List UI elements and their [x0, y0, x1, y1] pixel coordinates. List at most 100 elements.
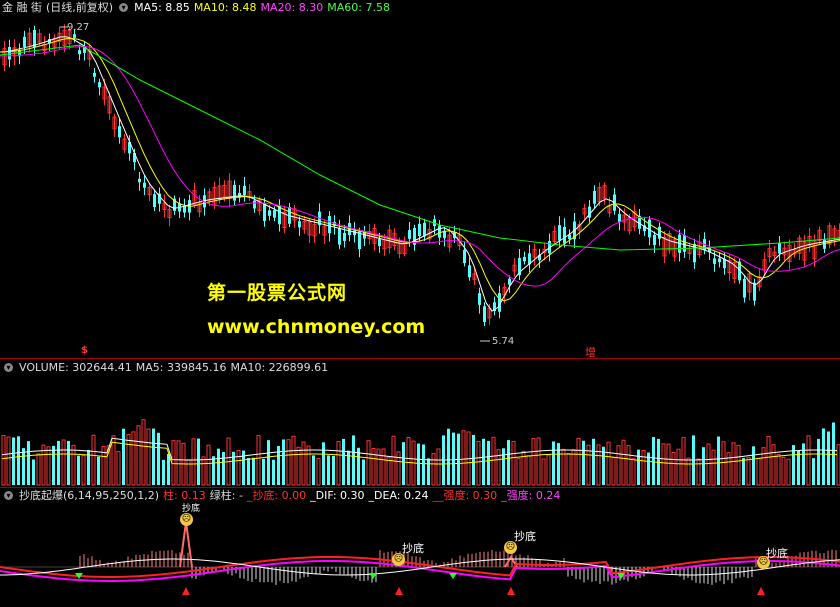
- candle-down: [468, 265, 471, 278]
- volume-bar-up: [611, 457, 616, 486]
- volume-bar-down: [637, 449, 640, 485]
- signal-chaodi-3: 抄底: [514, 530, 536, 543]
- volume-bar-up: [111, 435, 116, 486]
- volume-bar-down: [472, 434, 475, 485]
- volume-bar-up: [376, 448, 381, 486]
- candle-down: [508, 278, 511, 285]
- volume-bar-up: [746, 457, 751, 486]
- volume-bar-down: [417, 443, 420, 485]
- volume-bar-down: [507, 440, 510, 485]
- candle-down: [298, 221, 301, 228]
- volume-bar-up: [711, 449, 716, 486]
- candle-down: [23, 36, 26, 47]
- candle-down: [478, 293, 481, 305]
- volume-bar-down: [222, 451, 225, 485]
- volume-bar-down: [352, 435, 355, 485]
- volume-bar-up: [786, 458, 791, 486]
- volume-bar-up: [561, 448, 566, 486]
- candle-down: [98, 82, 101, 88]
- candle-down: [648, 219, 651, 238]
- volume-bar-down: [32, 459, 35, 485]
- settings-toggle-icon[interactable]: ▾: [119, 2, 129, 12]
- indicator-pane[interactable]: ▾ 抄底起爆(6,14,95,250,1,2) 柱: 0.13 绿柱: - _抄…: [0, 487, 840, 607]
- candle-down: [778, 242, 781, 254]
- price-chart-pane[interactable]: 金 融 街 (日线,前复权) ▾ MA5: 8.85 MA10: 8.48 MA…: [0, 0, 840, 359]
- candle-down: [713, 258, 716, 264]
- qiangdu-magenta-value: _强度: 0.24: [501, 489, 561, 502]
- indicator-settings-icon[interactable]: ▾: [4, 490, 13, 500]
- volume-pane[interactable]: ▾ VOLUME: 302644.41 MA5: 339845.16 MA10:…: [0, 360, 840, 487]
- candle-down: [343, 232, 346, 241]
- candle-down: [143, 182, 146, 188]
- volume-bar-down: [27, 441, 30, 485]
- volume-bar-down: [832, 422, 835, 485]
- volume-bar-down: [22, 448, 25, 485]
- volume-bar-down: [742, 458, 745, 485]
- volume-bar-up: [91, 434, 96, 486]
- candle-down: [718, 258, 721, 263]
- price-chart[interactable]: [0, 0, 840, 357]
- signal-chaodi-1: 抄底: [182, 504, 201, 514]
- volume-bar-up: [571, 449, 576, 486]
- volume-bar-up: [686, 457, 691, 486]
- candle-down: [683, 234, 686, 252]
- volume-bar-up: [606, 441, 611, 486]
- ma20-line: [0, 45, 840, 287]
- volume-bar-down: [827, 431, 830, 485]
- volume-bar-up: [316, 458, 321, 486]
- candle-down: [268, 210, 271, 216]
- volume-bar-up: [736, 444, 741, 486]
- dea-value: _DEA: 0.24: [368, 488, 429, 502]
- candle-down: [378, 239, 381, 247]
- volume-bar-up: [436, 448, 441, 486]
- volume-bar-up: [661, 443, 666, 486]
- volume-bar-up: [491, 436, 496, 486]
- volume-bar-up: [126, 434, 131, 486]
- candle-down: [73, 34, 76, 38]
- volume-bar-up: [576, 437, 581, 486]
- volume-bar-up: [526, 455, 531, 486]
- lvzhu-value: 绿柱: -: [209, 489, 243, 502]
- volume-bar-down: [502, 448, 505, 485]
- volume-bar-down: [342, 438, 345, 485]
- volume-bar-down: [17, 436, 20, 485]
- candle-down: [423, 222, 426, 237]
- volume-bar-up: [631, 458, 636, 486]
- volume-bar-up: [371, 447, 376, 486]
- volume-bar-down: [332, 455, 335, 485]
- watermark-title: 第一股票公式网: [207, 282, 348, 304]
- volume-bar-up: [511, 440, 516, 486]
- volume-bar-up: [566, 452, 571, 486]
- volume-bar-up: [176, 440, 181, 486]
- volume-bar-down: [157, 432, 160, 485]
- volume-bar-down: [797, 450, 800, 485]
- volume-bar-up: [671, 452, 676, 486]
- candle-down: [78, 50, 81, 55]
- candle-down: [183, 206, 186, 213]
- candle-down: [483, 306, 486, 322]
- volume-bar-down: [402, 442, 405, 485]
- watermark-url: www.chnmoney.com: [207, 316, 426, 338]
- candle-down: [593, 190, 596, 204]
- volume-bar-up: [201, 456, 206, 486]
- volume-bar-up: [596, 444, 601, 486]
- volume-settings-icon[interactable]: ▾: [4, 362, 13, 372]
- volume-bar-down: [262, 458, 265, 485]
- volume-bar-up: [706, 443, 711, 486]
- volume-bar-up: [141, 419, 146, 486]
- volume-bar-up: [131, 431, 136, 486]
- candle-down: [523, 257, 526, 262]
- indicator-header: ▾ 抄底起爆(6,14,95,250,1,2) 柱: 0.13 绿柱: - _抄…: [0, 488, 560, 502]
- volume-ma10: MA10: 226899.61: [230, 360, 329, 374]
- volume-bar-up: [136, 425, 141, 486]
- volume-bar-up: [461, 430, 466, 486]
- volume-bar-down: [282, 439, 285, 485]
- candle-down: [278, 205, 281, 225]
- volume-chart[interactable]: [0, 360, 840, 487]
- volume-bar-up: [6, 436, 11, 486]
- pane-separator: [0, 358, 840, 359]
- candle-down: [138, 178, 141, 183]
- volume-bar-down: [252, 457, 255, 485]
- volume-bar-up: [286, 439, 291, 486]
- volume-bar-up: [676, 448, 681, 486]
